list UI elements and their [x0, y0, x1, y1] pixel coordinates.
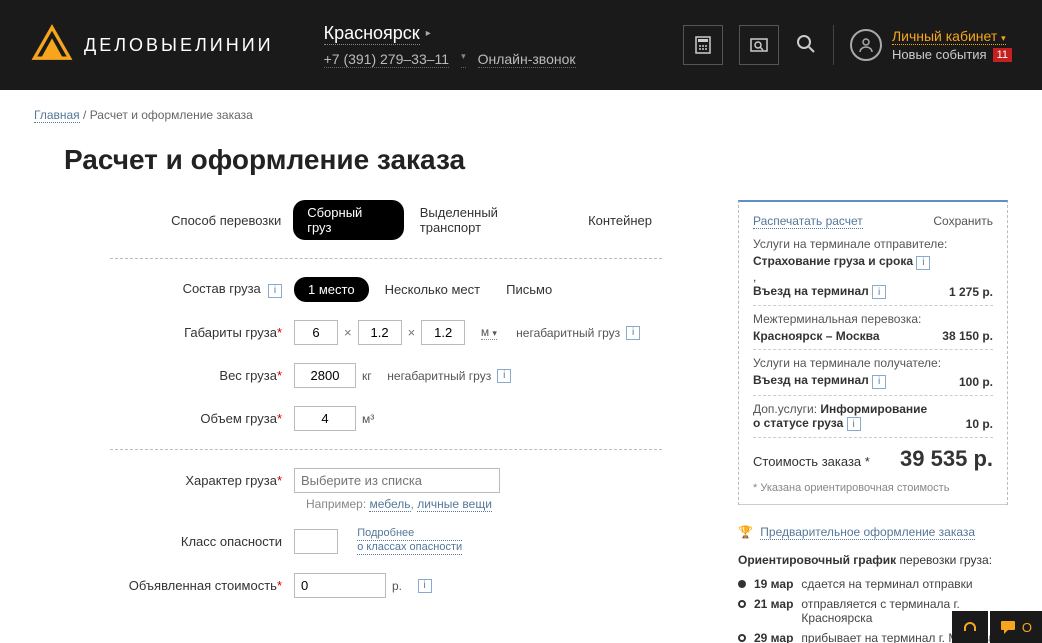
total-label: Стоимость заказа *: [753, 454, 870, 469]
svc-recv-title: Услуги на терминале получателе:: [753, 356, 993, 370]
transport-option-dedicated[interactable]: Выделенный транспорт: [410, 200, 572, 240]
nature-example-furniture[interactable]: мебель: [369, 497, 410, 512]
nature-hint: Например: мебель, личные вещи: [306, 497, 662, 511]
print-link[interactable]: Распечатать расчет: [753, 214, 863, 229]
hazard-input[interactable]: [294, 529, 338, 554]
volume-input[interactable]: [294, 406, 356, 431]
trophy-icon: 🏆: [738, 525, 753, 539]
svc-recv-entry: Въезд на терминал: [753, 373, 869, 387]
hazard-more-link-2[interactable]: о классах опасности: [357, 541, 462, 555]
dim-length-input[interactable]: [294, 320, 338, 345]
info-icon[interactable]: i: [872, 285, 886, 299]
info-icon[interactable]: i: [268, 284, 282, 298]
chevron-down-icon[interactable]: ▾: [461, 51, 466, 68]
sostav-option-many[interactable]: Несколько мест: [375, 277, 491, 302]
svc-route: Красноярск – Москва: [753, 329, 880, 343]
total-footnote: * Указана ориентировочная стоимость: [753, 482, 993, 494]
preliminary-link[interactable]: Предварительное оформление заказа: [760, 525, 975, 540]
svc-extra-label: Доп.услуги:: [753, 402, 820, 416]
volume-label: Объем груза: [200, 411, 277, 426]
order-form: Способ перевозки Сборный груз Выделенный…: [42, 200, 662, 643]
svc-recv-price: 100 р.: [959, 375, 993, 389]
svc-entry: Въезд на терминал: [753, 284, 869, 298]
dim-height-input[interactable]: [421, 320, 465, 345]
timeline-dot-icon: [738, 580, 746, 588]
info-icon[interactable]: i: [916, 256, 930, 270]
sostav-label: Состав груза: [183, 281, 261, 296]
declared-input[interactable]: [294, 573, 386, 598]
declared-unit: р.: [392, 579, 402, 593]
city-selector[interactable]: Красноярск: [324, 23, 420, 45]
save-link[interactable]: Сохранить: [933, 214, 993, 229]
account-link[interactable]: Личный кабинет ▾: [892, 28, 1006, 45]
dim-width-input[interactable]: [358, 320, 402, 345]
transport-option-combined[interactable]: Сборный груз: [293, 200, 404, 240]
chevron-down-icon: ▾: [492, 328, 497, 338]
svc-route-title: Межтерминальная перевозка:: [753, 312, 993, 326]
svc-insurance: Страхование груза и срока: [753, 254, 913, 268]
oversize-hint: негабаритный груз: [387, 369, 491, 383]
chat-button[interactable]: О: [990, 611, 1042, 643]
hazard-more-link[interactable]: Подробнее: [357, 527, 462, 541]
nature-label: Характер груза: [185, 473, 277, 488]
weight-label: Вес груза: [219, 368, 277, 383]
oversize-hint: негабаритный груз: [516, 326, 620, 340]
schedule-title: Ориентировочный график перевозки груза:: [738, 553, 1008, 567]
dims-label: Габариты груза: [184, 325, 277, 340]
user-icon[interactable]: [850, 29, 882, 61]
header: ДЕЛОВЫЕЛИНИИ Красноярск ▸ +7 (391) 279–3…: [0, 0, 1042, 90]
account-block: Личный кабинет ▾ Новые события 11: [850, 28, 1012, 62]
info-icon[interactable]: i: [497, 369, 511, 383]
svc-extra-price: 10 р.: [966, 417, 993, 431]
events-badge: 11: [993, 48, 1012, 62]
page-title: Расчет и оформление заказа: [64, 144, 1008, 176]
logo-icon: [30, 23, 74, 67]
events-link[interactable]: Новые события: [892, 47, 987, 62]
breadcrumb-home[interactable]: Главная: [34, 108, 80, 123]
dim-unit[interactable]: м ▾: [481, 325, 497, 340]
sostav-option-letter[interactable]: Письмо: [496, 277, 562, 302]
logo[interactable]: ДЕЛОВЫЕЛИНИИ: [30, 23, 274, 67]
schedule-date: 29 мар: [754, 631, 793, 643]
transport-label: Способ перевозки: [42, 213, 293, 228]
logo-text: ДЕЛОВЫЕЛИНИИ: [84, 35, 274, 56]
info-icon[interactable]: i: [626, 326, 640, 340]
city-block: Красноярск ▸ +7 (391) 279–33–11 ▾ Онлайн…: [324, 23, 576, 68]
phone-number[interactable]: +7 (391) 279–33–11: [324, 51, 449, 68]
nature-select[interactable]: [294, 468, 500, 493]
info-icon[interactable]: i: [847, 417, 861, 431]
svc-sender-price: 1 275 р.: [949, 285, 993, 299]
weight-unit: кг: [362, 369, 372, 383]
info-icon[interactable]: i: [418, 579, 432, 593]
breadcrumb: Главная / Расчет и оформление заказа: [34, 108, 1008, 122]
total-value: 39 535 р.: [900, 446, 993, 472]
nature-example-personal[interactable]: личные вещи: [417, 497, 492, 512]
floating-bar: О: [950, 611, 1042, 643]
cost-panel: Распечатать расчет Сохранить Услуги на т…: [738, 200, 1008, 505]
calculator-icon[interactable]: [683, 25, 723, 65]
timeline-dot-icon: [738, 600, 746, 608]
online-call-link[interactable]: Онлайн-звонок: [478, 51, 576, 68]
svc-sender-title: Услуги на терминале отправителе:: [753, 237, 993, 251]
weight-input[interactable]: [294, 363, 356, 388]
volume-unit: м³: [362, 412, 374, 426]
schedule-date: 21 мар: [754, 597, 793, 611]
breadcrumb-current: Расчет и оформление заказа: [90, 108, 253, 122]
declared-label: Объявленная стоимость: [129, 578, 277, 593]
tracking-icon[interactable]: [739, 25, 779, 65]
transport-option-container[interactable]: Контейнер: [578, 208, 662, 233]
hazard-label: Класс опасности: [42, 534, 294, 549]
chevron-down-icon: ▾: [1001, 33, 1006, 43]
info-icon[interactable]: i: [872, 375, 886, 389]
summary-sidebar: Распечатать расчет Сохранить Услуги на т…: [738, 200, 1008, 643]
timeline-dot-icon: [738, 634, 746, 642]
headset-button[interactable]: [952, 611, 988, 643]
chevron-down-icon[interactable]: ▸: [426, 28, 431, 39]
svc-route-price: 38 150 р.: [942, 329, 993, 343]
schedule-text: сдается на терминал отправки: [801, 577, 972, 591]
schedule-row: 19 мар сдается на терминал отправки: [738, 577, 1008, 591]
schedule-date: 19 мар: [754, 577, 793, 591]
sostav-option-one[interactable]: 1 место: [294, 277, 369, 302]
search-icon[interactable]: [795, 33, 817, 58]
